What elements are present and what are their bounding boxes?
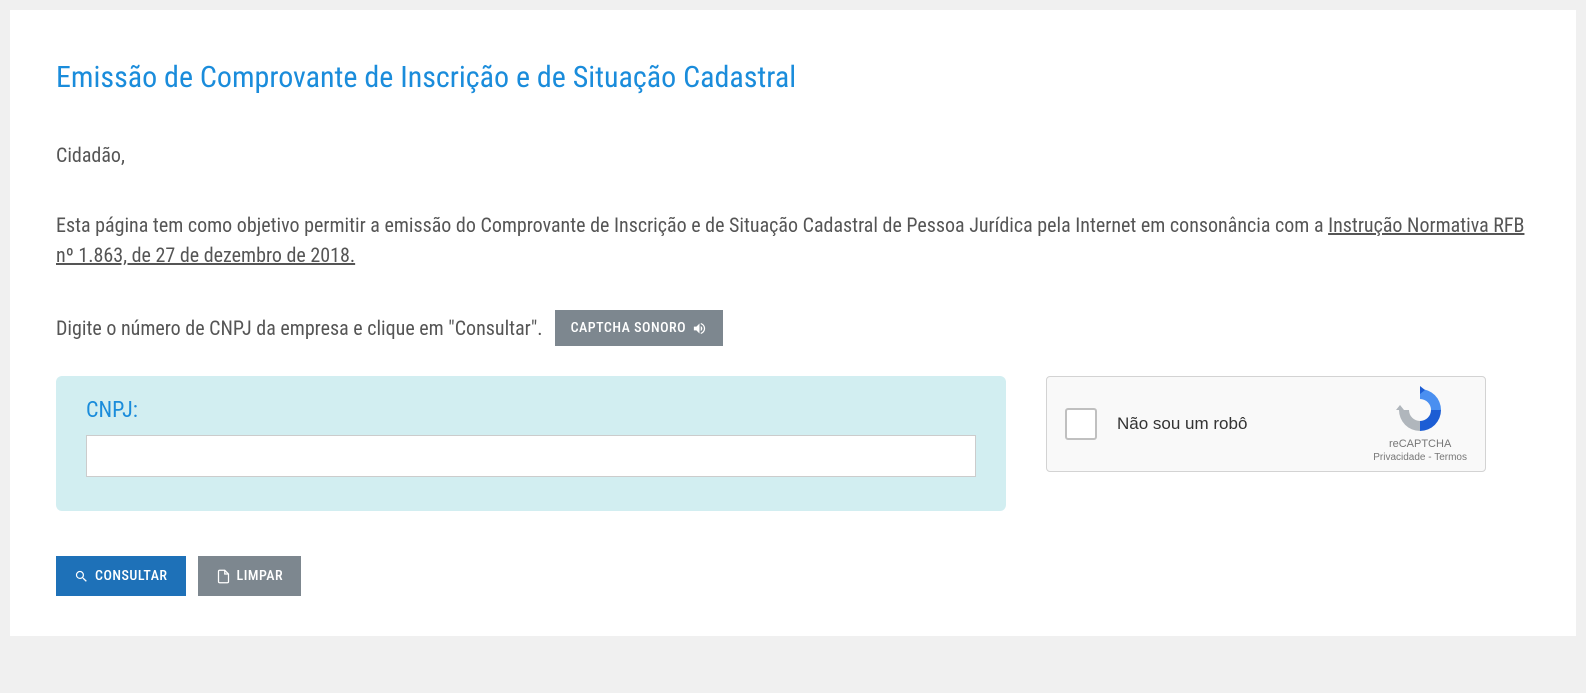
cnpj-label: CNPJ: <box>86 398 976 423</box>
recaptcha-terms-link[interactable]: Termos <box>1434 452 1467 463</box>
consultar-label: CONSULTAR <box>95 568 168 584</box>
volume-icon <box>692 321 707 336</box>
document-icon <box>216 569 231 584</box>
intro-paragraph: Esta página tem como objetivo permitir a… <box>56 210 1530 270</box>
main-container: Emissão de Comprovante de Inscrição e de… <box>10 10 1576 636</box>
recaptcha-brand: reCAPTCHA <box>1373 438 1467 450</box>
greeting: Cidadão, <box>56 140 1530 170</box>
captcha-sonoro-button[interactable]: CAPTCHA SONORO <box>555 310 723 346</box>
search-icon <box>74 569 89 584</box>
recaptcha-branding: reCAPTCHA Privacidade - Termos <box>1373 385 1467 463</box>
recaptcha-links: Privacidade - Termos <box>1373 452 1467 463</box>
captcha-sonoro-label: CAPTCHA SONORO <box>571 320 686 336</box>
form-area: CNPJ: Não sou um robô reCAPTCHA Privacid… <box>56 376 1530 511</box>
limpar-label: LIMPAR <box>237 568 284 584</box>
recaptcha-icon <box>1395 385 1445 435</box>
limpar-button[interactable]: LIMPAR <box>198 556 302 596</box>
instruction-row: Digite o número de CNPJ da empresa e cli… <box>56 310 1530 346</box>
intro-prefix: Esta página tem como objetivo permitir a… <box>56 213 1328 237</box>
cnpj-input[interactable] <box>86 435 976 477</box>
instruction-text: Digite o número de CNPJ da empresa e cli… <box>56 316 543 340</box>
recaptcha-label: Não sou um robô <box>1117 414 1373 434</box>
page-title: Emissão de Comprovante de Inscrição e de… <box>56 60 1530 95</box>
button-row: CONSULTAR LIMPAR <box>56 556 1530 596</box>
consultar-button[interactable]: CONSULTAR <box>56 556 186 596</box>
cnpj-input-panel: CNPJ: <box>56 376 1006 511</box>
recaptcha-widget: Não sou um robô reCAPTCHA Privacidade - … <box>1046 376 1486 472</box>
recaptcha-checkbox[interactable] <box>1065 408 1097 440</box>
recaptcha-privacy-link[interactable]: Privacidade <box>1373 452 1425 463</box>
